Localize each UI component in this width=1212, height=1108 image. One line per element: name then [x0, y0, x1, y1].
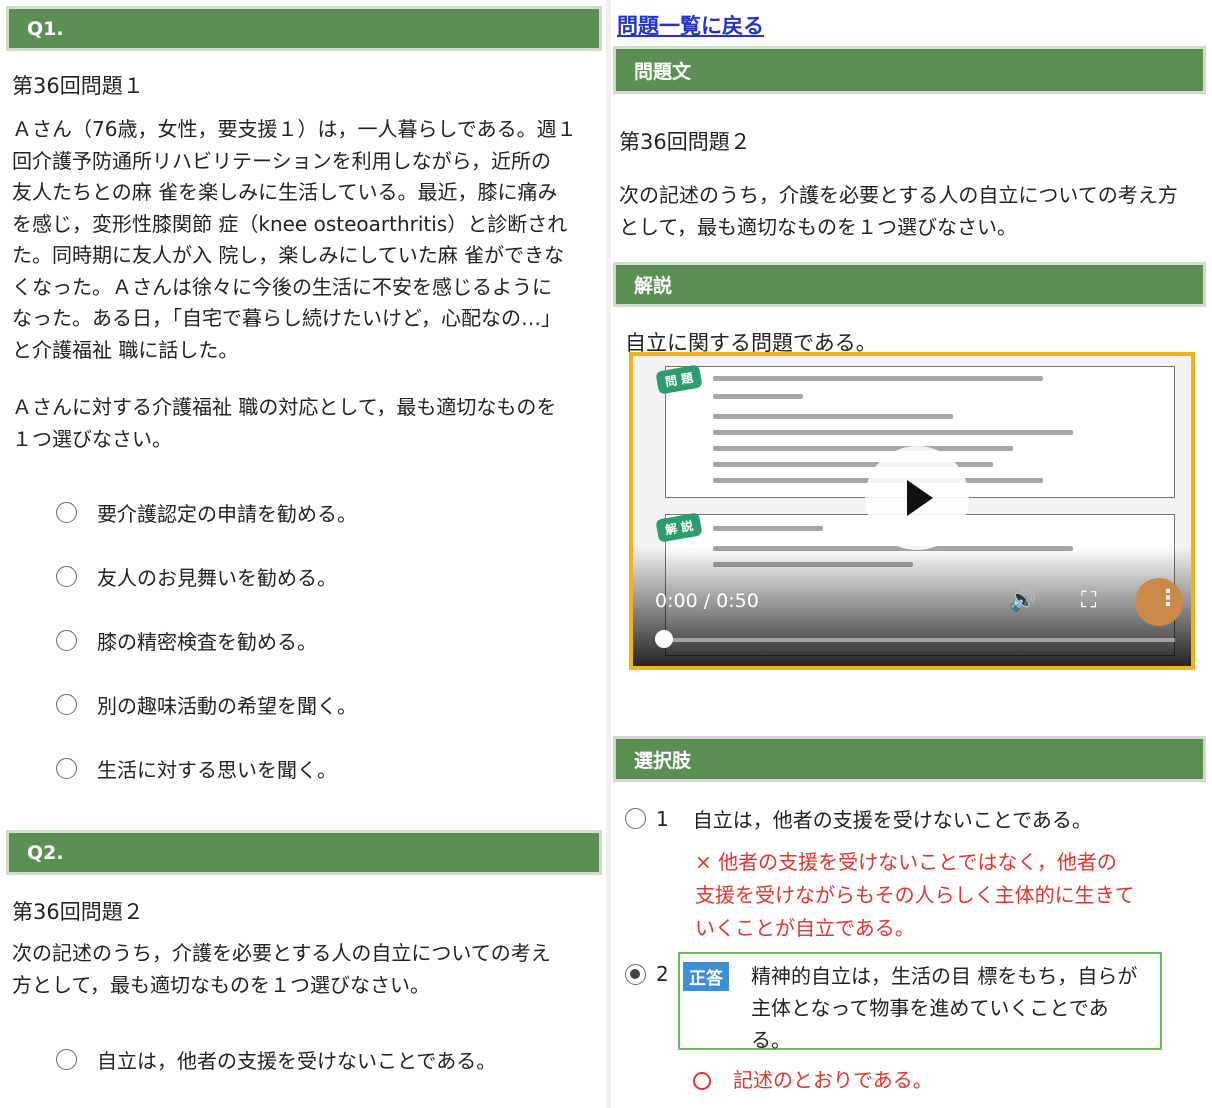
- choice-2-text-line: 主体となって物事を進めていくことであ: [751, 996, 1109, 1020]
- radio-button[interactable]: [56, 758, 77, 779]
- option-label: 生活に対する思いを聞く。: [97, 758, 337, 782]
- q2-header: Q2.: [6, 830, 602, 875]
- feedback-line: 支援を受けながらもその人らしく主体的に生きて: [695, 883, 1135, 907]
- right-pane: 問題一覧に戻る 問題文 第36回問題２ 次の記述のうち，介護を必要とする人の自立…: [611, 0, 1212, 1108]
- choice-label: 自立は，他者の支援を受けないことである。: [692, 808, 1092, 832]
- correct-circle-icon: [693, 1071, 711, 1090]
- question-text-header: 問題文: [613, 46, 1206, 94]
- q1-subtitle: 第36回問題１: [12, 74, 144, 98]
- q1-body: Ａさん（76歳，女性，要支援１）は，一人暮らしである。週１ 回介護予防通所リハビ…: [12, 114, 602, 366]
- video-text-line: [713, 430, 1073, 435]
- option-label: 要介護認定の申請を勧める。: [97, 502, 357, 526]
- feedback-line: いくことが自立である。: [695, 916, 915, 940]
- choice-number: 1: [656, 806, 669, 831]
- radio-button[interactable]: [56, 630, 77, 651]
- feedback-line: 記述のとおりである。: [733, 1068, 933, 1092]
- q1-option-5[interactable]: 生活に対する思いを聞く。: [56, 754, 337, 783]
- q1-option-4[interactable]: 別の趣味活動の希望を聞く。: [56, 690, 357, 719]
- video-progress-bar[interactable]: [663, 638, 1175, 642]
- option-label: 自立は，他者の支援を受けないことである。: [97, 1049, 497, 1073]
- feedback-line: × 他者の支援を受けないことではなく，他者の: [695, 850, 1117, 874]
- right-subtitle: 第36回問題２: [619, 130, 751, 154]
- video-text-line: [713, 526, 823, 531]
- choice-2-feedback: 記述のとおりである。: [693, 1064, 933, 1097]
- q1-question: Ａさんに対する介護福祉 職の対応として，最も適切なものを １つ選びなさい。: [12, 392, 602, 455]
- q2-body-line: 方として，最も適切なものを１つ選びなさい。: [12, 972, 430, 997]
- right-body: 次の記述のうち，介護を必要とする人の自立についての考え方 として，最も適切なもの…: [619, 180, 1209, 243]
- right-body-line: 次の記述のうち，介護を必要とする人の自立についての考え方: [619, 183, 1178, 207]
- back-to-list-link[interactable]: 問題一覧に戻る: [617, 10, 764, 40]
- video-text-line: [713, 394, 803, 399]
- q1-body-line: 友人たちとの麻 雀を楽しみに生活している。最近，膝に痛み: [12, 180, 558, 204]
- radio-button-selected[interactable]: [625, 963, 646, 985]
- q1-question-line: Ａさんに対する介護福祉 職の対応として，最も適切なものを: [12, 395, 557, 419]
- choices-header-label: 選択肢: [634, 749, 692, 772]
- left-pane: Q1. 第36回問題１ Ａさん（76歳，女性，要支援１）は，一人暮らしである。週…: [0, 0, 606, 1108]
- choice-number: 2: [656, 962, 669, 986]
- q2-option-1[interactable]: 自立は，他者の支援を受けないことである。: [56, 1045, 496, 1074]
- option-label: 膝の精密検査を勧める。: [97, 630, 317, 654]
- choice-1-feedback: × 他者の支援を受けないことではなく，他者の 支援を受けながらもその人らしく主体…: [695, 846, 1135, 945]
- q1-header-label: Q1.: [27, 17, 64, 40]
- option-label: 友人のお見舞いを勧める。: [97, 566, 337, 590]
- q1-option-2[interactable]: 友人のお見舞いを勧める。: [56, 562, 337, 591]
- choice-2-selector[interactable]: 2: [625, 962, 669, 986]
- q1-body-line: なった。ある日，「自宅で暮らし続けたいけど，心配なの…」: [12, 306, 561, 330]
- choice-1[interactable]: 1 自立は，他者の支援を受けないことである。: [625, 804, 1092, 833]
- q1-option-1[interactable]: 要介護認定の申請を勧める。: [56, 498, 357, 527]
- radio-button[interactable]: [56, 566, 77, 587]
- explanation-header-label: 解説: [634, 275, 673, 297]
- video-text-line: [713, 376, 1043, 381]
- fullscreen-icon[interactable]: ⛶: [1081, 588, 1096, 613]
- more-options-icon[interactable]: ⋮: [1157, 586, 1179, 611]
- volume-icon[interactable]: 🔊: [1009, 588, 1036, 613]
- video-text-line: [713, 414, 953, 419]
- choice-2-text-line: る。: [751, 1028, 791, 1052]
- q2-body: 次の記述のうち，介護を必要とする人の自立についての考え 方として，最も適切なもの…: [12, 938, 602, 1001]
- q2-header-label: Q2.: [27, 841, 64, 864]
- q1-body-line: と介護福祉 職に話した。: [12, 337, 239, 362]
- q1-body-line: 回介護予防通所リハビリテーションを利用しながら，近所の: [12, 148, 551, 173]
- video-text-line: [713, 446, 1013, 451]
- q1-question-line: １つ選びなさい。: [12, 426, 172, 451]
- q1-body-line: Ａさん（76歳，女性，要支援１）は，一人暮らしである。週１: [12, 117, 577, 141]
- video-progress-handle[interactable]: [655, 630, 673, 648]
- radio-button[interactable]: [56, 1049, 77, 1070]
- q2-subtitle: 第36回問題２: [12, 900, 144, 924]
- radio-button[interactable]: [56, 694, 77, 715]
- question-text-header-label: 問題文: [634, 60, 692, 83]
- play-icon[interactable]: [865, 446, 969, 550]
- right-body-line: として，最も適切なものを１つ選びなさい。: [619, 214, 1017, 239]
- q2-body-line: 次の記述のうち，介護を必要とする人の自立についての考え: [12, 941, 551, 965]
- q1-header: Q1.: [6, 6, 602, 51]
- explanation-header: 解説: [613, 262, 1206, 307]
- q1-option-3[interactable]: 膝の精密検査を勧める。: [56, 626, 317, 655]
- video-player[interactable]: 問 題 解 説 0:00 / 0:50 🔊 ⛶ ⋮: [629, 352, 1195, 670]
- video-time: 0:00 / 0:50: [655, 590, 759, 612]
- radio-button[interactable]: [56, 502, 77, 523]
- option-label: 別の趣味活動の希望を聞く。: [97, 694, 357, 718]
- q1-body-line: を感じ，変形性膝関節 症（knee osteoarthritis）と診断され: [12, 211, 568, 236]
- correct-badge: 正答: [683, 962, 729, 991]
- choices-header: 選択肢: [613, 736, 1206, 782]
- q1-body-line: くなった。Ａさんは徐々に今後の生活に不安を感じるように: [12, 274, 552, 299]
- choice-2-text: 精神的自立は，生活の目 標をもち，自らが 主体となって物事を進めていくことであ …: [751, 960, 1137, 1056]
- choice-2-text-line: 精神的自立は，生活の目 標をもち，自らが: [751, 964, 1138, 988]
- radio-button[interactable]: [625, 808, 646, 829]
- q1-body-line: た。同時期に友人が入 院し，楽しみにしていた麻 雀ができな: [12, 243, 565, 267]
